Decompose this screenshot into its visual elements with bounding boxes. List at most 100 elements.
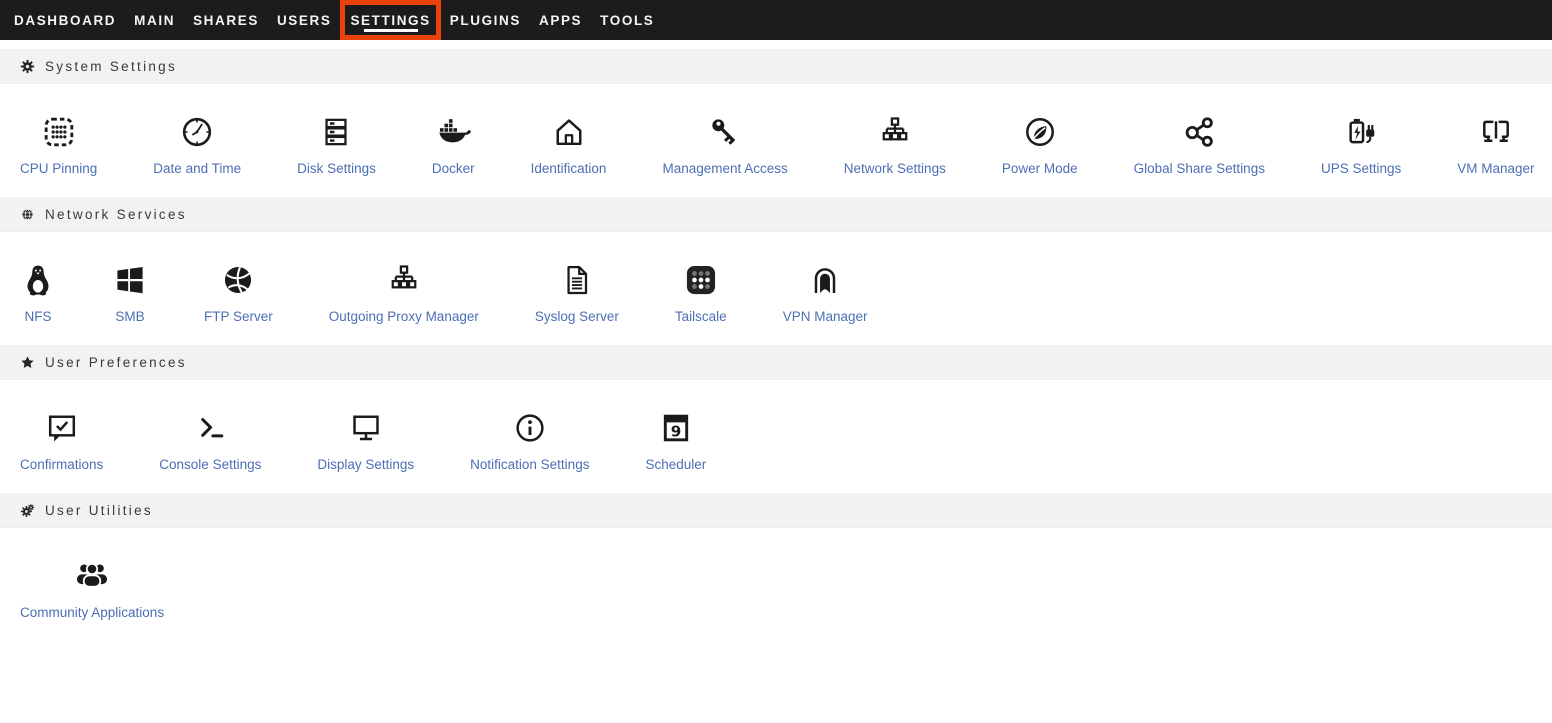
tailscale-icon	[683, 262, 719, 298]
settings-item-nfs[interactable]: NFS	[20, 262, 56, 324]
windows-icon	[112, 262, 148, 298]
settings-item-label: Tailscale	[675, 309, 727, 324]
settings-item-outgoing-proxy-manager[interactable]: Outgoing Proxy Manager	[329, 262, 479, 324]
globe-icon	[20, 207, 35, 222]
settings-item-label: VPN Manager	[783, 309, 868, 324]
settings-item-label: Scheduler	[645, 457, 706, 472]
settings-item-label: VM Manager	[1457, 161, 1534, 176]
section-title: User Utilities	[45, 503, 153, 518]
section-items: Confirmations Console Settings Display Set…	[0, 380, 1552, 493]
terminal-icon	[192, 410, 228, 446]
vpn-arch-icon	[807, 262, 843, 298]
section-header-user-preferences: User Preferences	[0, 345, 1552, 380]
active-tab-underline	[364, 29, 418, 32]
section-header-system-settings: System Settings	[0, 49, 1552, 84]
star-icon	[20, 355, 35, 370]
settings-item-ftp-server[interactable]: FTP Server	[204, 262, 273, 324]
settings-item-label: Notification Settings	[470, 457, 589, 472]
sitemap-icon	[877, 114, 913, 150]
settings-item-syslog-server[interactable]: Syslog Server	[535, 262, 619, 324]
sitemap-icon	[386, 262, 422, 298]
settings-item-label: Community Applications	[20, 605, 164, 620]
settings-item-global-share-settings[interactable]: Global Share Settings	[1134, 114, 1265, 176]
settings-item-label: UPS Settings	[1321, 161, 1401, 176]
settings-item-label: Console Settings	[159, 457, 261, 472]
calendar-icon	[658, 410, 694, 446]
settings-item-label: Global Share Settings	[1134, 161, 1265, 176]
section-network-services: Network Services NFS SMB FTP Server Outgoing…	[0, 197, 1552, 345]
nav-tab-main[interactable]: MAIN	[125, 0, 184, 40]
nav-tab-settings[interactable]: SETTINGS	[340, 0, 440, 40]
section-system-settings: System Settings CPU Pinning Date and Time D…	[0, 49, 1552, 197]
key-icon	[707, 114, 743, 150]
settings-item-console-settings[interactable]: Console Settings	[159, 410, 261, 472]
section-items: Community Applications	[0, 528, 1552, 641]
share-nodes-icon	[1181, 114, 1217, 150]
settings-item-power-mode[interactable]: Power Mode	[1002, 114, 1078, 176]
section-items: NFS SMB FTP Server Outgoing Proxy Manager Sy…	[0, 232, 1552, 345]
section-header-network-services: Network Services	[0, 197, 1552, 232]
settings-item-label: Outgoing Proxy Manager	[329, 309, 479, 324]
nav-tab-label: MAIN	[134, 13, 175, 28]
nav-tab-plugins[interactable]: PLUGINS	[441, 0, 530, 40]
nav-tab-dashboard[interactable]: DASHBOARD	[5, 0, 125, 40]
settings-page: System Settings CPU Pinning Date and Time D…	[0, 40, 1552, 641]
nav-tab-apps[interactable]: APPS	[530, 0, 591, 40]
settings-item-notification-settings[interactable]: Notification Settings	[470, 410, 589, 472]
settings-item-network-settings[interactable]: Network Settings	[844, 114, 946, 176]
settings-item-vm-manager[interactable]: VM Manager	[1457, 114, 1534, 176]
settings-item-label: Confirmations	[20, 457, 103, 472]
settings-item-label: SMB	[115, 309, 144, 324]
settings-item-cpu-pinning[interactable]: CPU Pinning	[20, 114, 97, 176]
settings-item-confirmations[interactable]: Confirmations	[20, 410, 103, 472]
settings-item-community-applications[interactable]: Community Applications	[20, 558, 164, 620]
nav-tab-shares[interactable]: SHARES	[184, 0, 268, 40]
vm-screens-icon	[1478, 114, 1514, 150]
nav-tab-label: TOOLS	[600, 13, 654, 28]
linux-tux-icon	[20, 262, 56, 298]
ups-battery-icon	[1343, 114, 1379, 150]
clock-icon	[179, 114, 215, 150]
docker-icon	[435, 114, 471, 150]
section-user-utilities: User Utilities Community Applications	[0, 493, 1552, 641]
settings-item-label: Date and Time	[153, 161, 241, 176]
display-icon	[348, 410, 384, 446]
nav-tab-users[interactable]: USERS	[268, 0, 341, 40]
settings-item-tailscale[interactable]: Tailscale	[675, 262, 727, 324]
check-bubble-icon	[44, 410, 80, 446]
settings-item-smb[interactable]: SMB	[112, 262, 148, 324]
settings-item-disk-settings[interactable]: Disk Settings	[297, 114, 376, 176]
leaf-circle-icon	[1022, 114, 1058, 150]
settings-item-vpn-manager[interactable]: VPN Manager	[783, 262, 868, 324]
users-group-icon	[74, 558, 110, 594]
settings-item-label: Docker	[432, 161, 475, 176]
settings-item-display-settings[interactable]: Display Settings	[317, 410, 414, 472]
settings-item-date-and-time[interactable]: Date and Time	[153, 114, 241, 176]
settings-item-label: Syslog Server	[535, 309, 619, 324]
home-icon	[551, 114, 587, 150]
settings-item-management-access[interactable]: Management Access	[662, 114, 787, 176]
section-title: System Settings	[45, 59, 177, 74]
file-lines-icon	[559, 262, 595, 298]
settings-item-ups-settings[interactable]: UPS Settings	[1321, 114, 1401, 176]
settings-item-label: CPU Pinning	[20, 161, 97, 176]
settings-item-label: Network Settings	[844, 161, 946, 176]
server-stack-icon	[318, 114, 354, 150]
globe-solid-icon	[220, 262, 256, 298]
settings-item-label: Disk Settings	[297, 161, 376, 176]
nav-tab-label: APPS	[539, 13, 582, 28]
section-title: Network Services	[45, 207, 187, 222]
gears-icon	[20, 503, 35, 518]
gear-icon	[20, 59, 35, 74]
settings-item-identification[interactable]: Identification	[531, 114, 607, 176]
info-circle-icon	[512, 410, 548, 446]
settings-item-docker[interactable]: Docker	[432, 114, 475, 176]
settings-item-label: NFS	[25, 309, 52, 324]
nav-tab-label: SETTINGS	[350, 13, 430, 28]
settings-item-label: Identification	[531, 161, 607, 176]
nav-tab-tools[interactable]: TOOLS	[591, 0, 663, 40]
settings-item-scheduler[interactable]: Scheduler	[645, 410, 706, 472]
settings-item-label: Display Settings	[317, 457, 414, 472]
nav-tab-label: DASHBOARD	[14, 13, 116, 28]
settings-item-label: FTP Server	[204, 309, 273, 324]
